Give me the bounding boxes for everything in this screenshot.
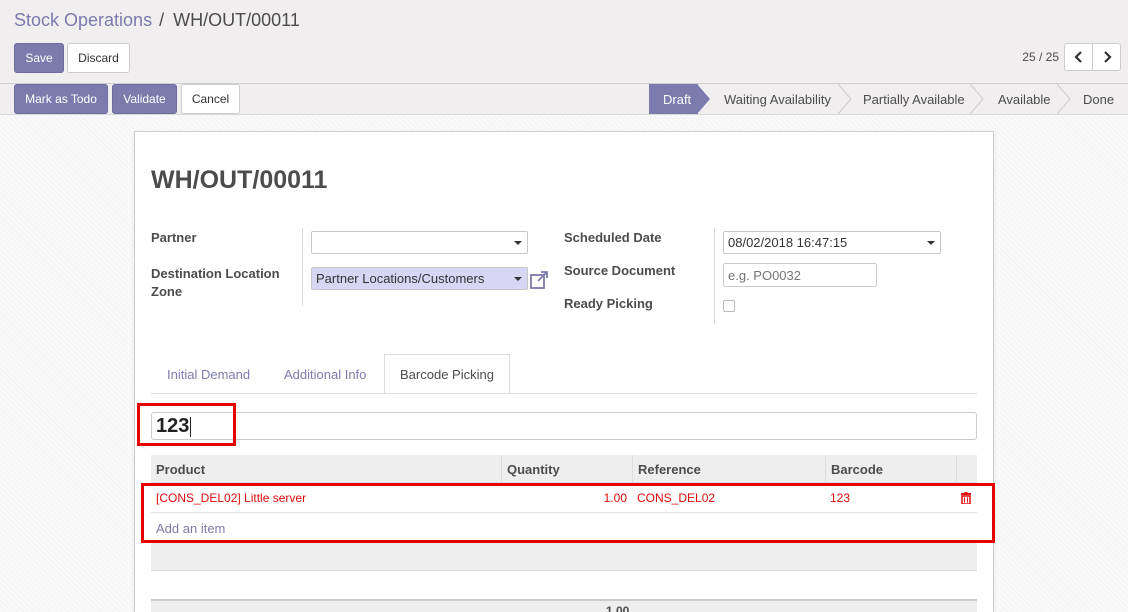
stage-draft[interactable]: Draft [649, 84, 698, 114]
partner-label: Partner [151, 230, 197, 245]
table-header: Product Quantity Reference Barcode [151, 455, 977, 483]
stage-separator [1057, 84, 1071, 114]
source-document-input[interactable] [723, 263, 877, 287]
mark-as-todo-button[interactable]: Mark as Todo [14, 84, 108, 114]
control-panel: Stock Operations / WH/OUT/00011 Save Dis… [0, 0, 1128, 84]
status-bar: Mark as Todo Validate Cancel Draft Waiti… [0, 84, 1128, 115]
barcode-input[interactable]: 123 [151, 412, 977, 440]
pager-value[interactable]: 25 / 25 [1022, 50, 1059, 64]
breadcrumb-separator: / [159, 10, 165, 30]
pager-previous-button[interactable] [1064, 43, 1093, 71]
scheduled-date-label: Scheduled Date [564, 230, 662, 245]
column-header-reference[interactable]: Reference [633, 455, 826, 483]
stage-arrow [697, 84, 710, 114]
breadcrumb-current: WH/OUT/00011 [173, 10, 300, 30]
ready-picking-label: Ready Picking [564, 296, 653, 311]
tab-initial-demand[interactable]: Initial Demand [167, 354, 250, 394]
page-title: WH/OUT/00011 [151, 166, 328, 194]
source-document-label: Source Document [564, 263, 676, 278]
field-divider [714, 228, 715, 324]
chevron-left-icon [1073, 51, 1082, 63]
stage-waiting-availability[interactable]: Waiting Availability [724, 84, 831, 114]
stage-partially-available[interactable]: Partially Available [863, 84, 965, 114]
tab-divider [151, 393, 977, 394]
breadcrumb: Stock Operations / WH/OUT/00011 [14, 10, 300, 31]
scheduled-date-field[interactable]: 08/02/2018 16:47:15 [723, 231, 941, 254]
stage-done[interactable]: Done [1083, 84, 1114, 114]
stage-available[interactable]: Available [998, 84, 1051, 114]
pager-next-button[interactable] [1092, 43, 1121, 71]
column-header-barcode[interactable]: Barcode [826, 455, 957, 483]
stage-separator [838, 84, 852, 114]
chevron-right-icon [1103, 51, 1112, 63]
ready-picking-checkbox[interactable] [723, 300, 735, 312]
breadcrumb-stock-operations[interactable]: Stock Operations [14, 10, 152, 30]
column-header-product[interactable]: Product [151, 455, 502, 483]
destination-location-label: Destination Location Zone [151, 266, 280, 299]
table-footer: 1.00 [151, 599, 977, 612]
dropdown-caret-icon [927, 241, 935, 245]
stage-separator [970, 84, 984, 114]
column-header-quantity[interactable]: Quantity [502, 455, 633, 483]
footer-total: 1.00 [606, 604, 630, 612]
destination-location-select[interactable]: Partner Locations/Customers [311, 267, 528, 290]
dropdown-caret-icon [514, 277, 522, 281]
dropdown-caret-icon [514, 241, 522, 245]
validate-button[interactable]: Validate [112, 84, 177, 114]
tab-barcode-picking[interactable]: Barcode Picking [384, 354, 510, 394]
empty-table-row [151, 543, 977, 571]
discard-button[interactable]: Discard [67, 43, 130, 73]
field-divider [302, 228, 303, 306]
cancel-button[interactable]: Cancel [181, 84, 240, 114]
save-button[interactable]: Save [14, 43, 64, 73]
scheduled-date-value: 08/02/2018 16:47:15 [728, 235, 848, 250]
annotation-barcode-highlight [137, 403, 236, 446]
tab-additional-info[interactable]: Additional Info [284, 354, 366, 394]
destination-location-value: Partner Locations/Customers [316, 271, 485, 286]
partner-select[interactable] [311, 231, 528, 254]
annotation-row-highlight [141, 483, 995, 543]
external-link-icon[interactable] [530, 271, 550, 289]
